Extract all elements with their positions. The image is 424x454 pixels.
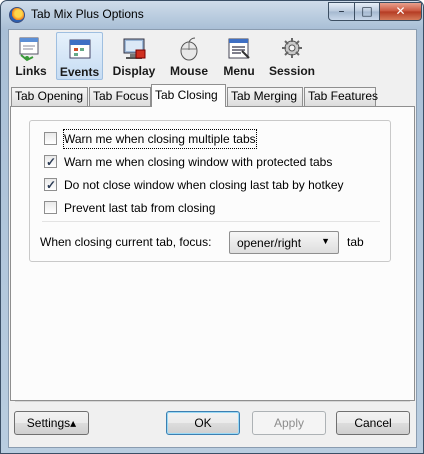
tab-tab-merging[interactable]: Tab Merging xyxy=(227,87,303,106)
maximize-button[interactable]: □ xyxy=(354,2,380,21)
toolbar-item-session[interactable]: Session xyxy=(267,32,317,80)
links-icon xyxy=(19,37,39,62)
triangle-up-icon: ▴ xyxy=(70,416,77,430)
options-group: Warn me when closing multiple tabs ✓ War… xyxy=(29,120,391,262)
menu-icon xyxy=(228,38,250,59)
close-button[interactable]: ✕ xyxy=(379,2,422,21)
window-title: Tab Mix Plus Options xyxy=(31,7,144,21)
toolbar-item-display[interactable]: Display xyxy=(110,32,158,80)
tab-strip: Tab Opening Tab Focus Tab Closing Tab Me… xyxy=(9,84,416,107)
option-label: Warn me when closing window with protect… xyxy=(64,155,333,169)
focus-after-close-dropdown[interactable]: opener/right ▼ xyxy=(229,231,339,254)
title-bar[interactable]: Tab Mix Plus Options – □ ✕ xyxy=(1,1,423,29)
settings-button[interactable]: Settings▴ xyxy=(14,411,89,435)
tab-tab-closing[interactable]: Tab Closing xyxy=(151,84,226,107)
button-bar: Settings▴ OK Apply Cancel xyxy=(9,401,416,447)
checkbox-do-not-close-window[interactable]: ✓ xyxy=(44,178,57,192)
tab-tab-features[interactable]: Tab Features xyxy=(304,87,378,106)
apply-button[interactable]: Apply xyxy=(252,411,326,435)
option-label: Warn me when closing multiple tabs xyxy=(63,129,257,149)
focus-suffix-label: tab xyxy=(347,235,364,249)
checkbox-warn-protected-tabs[interactable]: ✓ xyxy=(44,155,57,169)
tab-closing-panel: Warn me when closing multiple tabs ✓ War… xyxy=(10,106,415,401)
dropdown-value: opener/right xyxy=(237,236,302,250)
checkmark-icon: ✓ xyxy=(46,178,57,192)
bottom-divider xyxy=(15,401,410,402)
checkbox-prevent-last-tab[interactable] xyxy=(44,201,57,214)
toolbar-item-mouse[interactable]: Mouse xyxy=(167,32,211,80)
toolbar-item-menu[interactable]: Menu xyxy=(219,32,259,80)
minimize-button[interactable]: – xyxy=(328,2,355,21)
tab-tab-focus[interactable]: Tab Focus xyxy=(89,87,151,106)
toolbar-item-label: Display xyxy=(112,64,156,78)
display-icon xyxy=(123,38,146,59)
toolbar-item-label: Events xyxy=(59,65,100,79)
mouse-icon xyxy=(180,37,198,61)
checkmark-icon: ✓ xyxy=(46,155,57,169)
toolbar-item-links[interactable]: Links xyxy=(12,32,50,80)
cancel-button[interactable]: Cancel xyxy=(336,411,410,435)
settings-label: Settings xyxy=(26,416,71,430)
group-divider xyxy=(42,221,380,222)
toolbar-item-label: Mouse xyxy=(169,64,208,78)
focus-after-close-label: When closing current tab, focus: xyxy=(40,235,212,249)
checkbox-warn-multiple-tabs[interactable] xyxy=(44,132,57,145)
ok-button[interactable]: OK xyxy=(166,411,240,435)
session-icon xyxy=(282,38,302,58)
option-label: Do not close window when closing last ta… xyxy=(64,178,344,192)
category-toolbar: Links Events Display Mouse Menu Session xyxy=(9,30,416,82)
dialog-client: Links Events Display Mouse Menu Session … xyxy=(8,29,417,448)
toolbar-item-label: Session xyxy=(268,64,316,78)
toolbar-item-label: Menu xyxy=(223,64,255,78)
option-label: Prevent last tab from closing xyxy=(64,201,216,215)
options-window: Tab Mix Plus Options – □ ✕ Links Events … xyxy=(0,0,424,454)
toolbar-item-label: Links xyxy=(15,64,47,78)
events-icon xyxy=(69,39,90,59)
chevron-down-icon: ▼ xyxy=(321,236,330,246)
tab-tab-opening[interactable]: Tab Opening xyxy=(11,87,88,106)
toolbar-item-events[interactable]: Events xyxy=(56,32,103,80)
firefox-app-icon xyxy=(9,7,25,23)
